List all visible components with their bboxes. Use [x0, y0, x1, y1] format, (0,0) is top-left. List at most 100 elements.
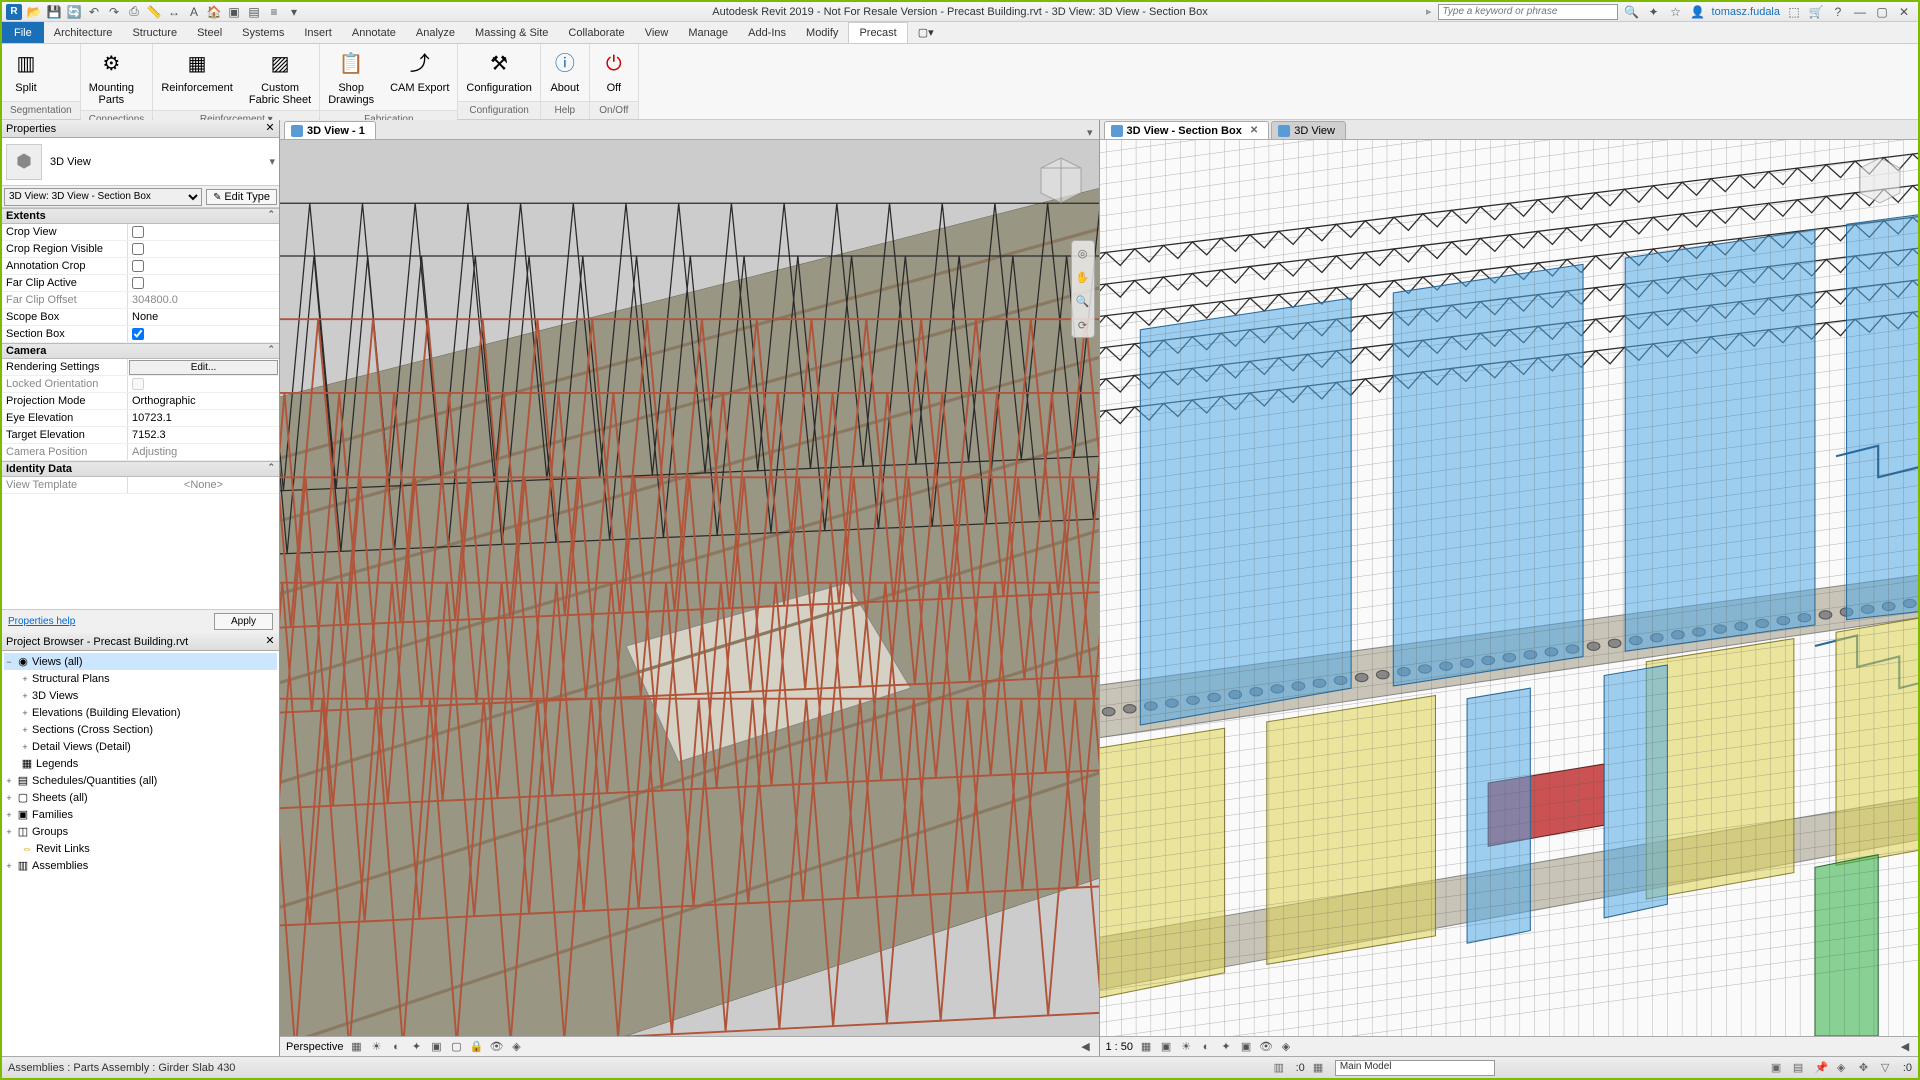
crop-icon[interactable]: ▣ — [429, 1040, 443, 1054]
tab-3dview-sectionbox[interactable]: 3D View - Section Box✕ — [1104, 121, 1270, 139]
print-icon[interactable]: ⎙ — [126, 4, 142, 20]
viewport2-canvas[interactable] — [1100, 140, 1919, 1036]
prop-section-box-check[interactable] — [132, 328, 144, 340]
menu-modify[interactable]: Modify — [796, 22, 848, 43]
ribbon-mounting[interactable]: ⚙Mounting Parts — [81, 44, 142, 110]
reveal-icon[interactable]: ◈ — [1279, 1040, 1293, 1054]
search-input[interactable] — [1438, 4, 1618, 20]
lock-icon[interactable]: 🔒 — [469, 1040, 483, 1054]
tree-revit-links[interactable]: ⇔Revit Links — [4, 840, 277, 857]
steering-wheel-icon[interactable]: ◎ — [1072, 241, 1094, 265]
menu-precast[interactable]: Precast — [848, 22, 907, 43]
signin-icon[interactable]: ☆ — [1668, 4, 1684, 20]
menu-analyze[interactable]: Analyze — [406, 22, 465, 43]
temp-hide-icon[interactable]: 👁 — [489, 1040, 503, 1054]
prop-crop-region-check[interactable] — [132, 243, 144, 255]
tab-overflow-icon[interactable]: ▾ — [1081, 126, 1099, 139]
menu-view[interactable]: View — [635, 22, 679, 43]
ribbon-reinforcement[interactable]: ▦Reinforcement — [153, 44, 241, 98]
menu-insert[interactable]: Insert — [294, 22, 342, 43]
browser-header[interactable]: Project Browser - Precast Building.rvt ✕ — [2, 633, 279, 651]
open-icon[interactable]: 📂 — [26, 4, 42, 20]
properties-type-selector[interactable]: ⬢ 3D View ▾ — [2, 138, 279, 186]
render-icon[interactable]: ✦ — [409, 1040, 423, 1054]
menu-addins[interactable]: Add-Ins — [738, 22, 796, 43]
editable-icon[interactable]: ▦ — [1313, 1061, 1327, 1075]
menu-file[interactable]: File — [2, 22, 44, 43]
select-face-icon[interactable]: ◈ — [1837, 1061, 1851, 1075]
browser-close-icon[interactable]: ✕ — [263, 634, 277, 648]
ribbon-cam-export[interactable]: ⤴CAM Export — [382, 44, 457, 98]
dim-icon[interactable]: ↔ — [166, 4, 182, 20]
prop-crop-view-check[interactable] — [132, 226, 144, 238]
select-underlay-icon[interactable]: ▤ — [1793, 1061, 1807, 1075]
edit-type-button[interactable]: ✎ Edit Type — [206, 189, 277, 205]
user-icon[interactable]: 👤 — [1690, 4, 1706, 20]
prop-far-clip-check[interactable] — [132, 277, 144, 289]
ribbon-off[interactable]: ⏻Off — [590, 44, 638, 98]
shadows-icon[interactable]: ◐ — [389, 1040, 403, 1054]
properties-instance-select[interactable]: 3D View: 3D View - Section Box — [4, 188, 202, 206]
prop-cat-extents[interactable]: Extents⌃ — [2, 208, 279, 224]
menu-extra[interactable]: ▢▾ — [908, 22, 944, 43]
prop-scope-box[interactable]: None — [128, 309, 279, 325]
sun-icon[interactable]: ☀ — [1179, 1040, 1193, 1054]
orbit-icon[interactable]: ⟳ — [1072, 313, 1094, 337]
ribbon-split[interactable]: ▥Split — [2, 44, 50, 98]
menu-annotate[interactable]: Annotate — [342, 22, 406, 43]
ribbon-configuration[interactable]: ⚒Configuration — [458, 44, 539, 98]
tree-detail-views[interactable]: +Detail Views (Detail) — [4, 738, 277, 755]
view-cube[interactable] — [1850, 148, 1910, 228]
crop-icon[interactable]: ▣ — [1239, 1040, 1253, 1054]
prop-projection[interactable]: Orthographic — [128, 393, 279, 409]
sync-icon[interactable]: 🔄 — [66, 4, 82, 20]
main-model-select[interactable]: Main Model — [1335, 1060, 1495, 1076]
visual-style-icon[interactable]: ▦ — [349, 1040, 363, 1054]
tree-schedules[interactable]: +▤Schedules/Quantities (all) — [4, 772, 277, 789]
maximize-icon[interactable]: ▢ — [1874, 4, 1890, 20]
viewport1-canvas[interactable]: ◎ ✋ 🔍 ⟳ — [280, 140, 1099, 1036]
tree-groups[interactable]: +◫Groups — [4, 823, 277, 840]
properties-apply-button[interactable]: Apply — [214, 613, 273, 630]
select-links-icon[interactable]: ▣ — [1771, 1061, 1785, 1075]
tree-assemblies[interactable]: +▥Assemblies — [4, 857, 277, 874]
ribbon-custom-fabric[interactable]: ▨Custom Fabric Sheet — [241, 44, 319, 110]
home-icon[interactable]: 🏠 — [206, 4, 222, 20]
menu-collaborate[interactable]: Collaborate — [558, 22, 634, 43]
ribbon-about[interactable]: ⓘAbout — [541, 44, 589, 98]
view-scale-label[interactable]: 1 : 50 — [1106, 1041, 1134, 1053]
tree-elevations[interactable]: +Elevations (Building Elevation) — [4, 704, 277, 721]
menu-manage[interactable]: Manage — [678, 22, 738, 43]
reveal-icon[interactable]: ◈ — [509, 1040, 523, 1054]
prop-anno-crop-check[interactable] — [132, 260, 144, 272]
text-icon[interactable]: A — [186, 4, 202, 20]
close-icon[interactable]: ✕ — [1896, 4, 1912, 20]
zoom-icon[interactable]: 🔍 — [1072, 289, 1094, 313]
worksets-icon[interactable]: ▥ — [1274, 1061, 1288, 1075]
save-icon[interactable]: 💾 — [46, 4, 62, 20]
close-hidden-icon[interactable]: ▾ — [286, 4, 302, 20]
ribbon-shop-drawings[interactable]: 📋Shop Drawings — [320, 44, 382, 110]
select-pinned-icon[interactable]: 📌 — [1815, 1061, 1829, 1075]
app-logo-icon[interactable]: R — [6, 4, 22, 20]
menu-steel[interactable]: Steel — [187, 22, 232, 43]
filter-icon[interactable]: ▽ — [1881, 1061, 1895, 1075]
tab-close-icon[interactable]: ✕ — [1250, 125, 1258, 136]
section-icon[interactable]: ▤ — [246, 4, 262, 20]
view-mode-label[interactable]: Perspective — [286, 1041, 343, 1053]
navigation-bar[interactable]: ◎ ✋ 🔍 ⟳ — [1071, 240, 1095, 338]
prop-target-elev[interactable]: 7152.3 — [128, 427, 279, 443]
tab-3dview[interactable]: 3D View — [1271, 121, 1346, 139]
tree-families[interactable]: +▣Families — [4, 806, 277, 823]
shadows-icon[interactable]: ◐ — [1199, 1040, 1213, 1054]
detail-level-icon[interactable]: ▦ — [1139, 1040, 1153, 1054]
tree-legends[interactable]: ▦Legends — [4, 755, 277, 772]
measure-icon[interactable]: 📏 — [146, 4, 162, 20]
redo-icon[interactable]: ↷ — [106, 4, 122, 20]
minimize-icon[interactable]: — — [1852, 4, 1868, 20]
prop-far-clip-offset[interactable]: 304800.0 — [128, 292, 279, 308]
prop-eye-elev[interactable]: 10723.1 — [128, 410, 279, 426]
tree-sections[interactable]: +Sections (Cross Section) — [4, 721, 277, 738]
crop-region-icon[interactable]: ▢ — [449, 1040, 463, 1054]
prop-view-template[interactable]: <None> — [128, 477, 279, 493]
